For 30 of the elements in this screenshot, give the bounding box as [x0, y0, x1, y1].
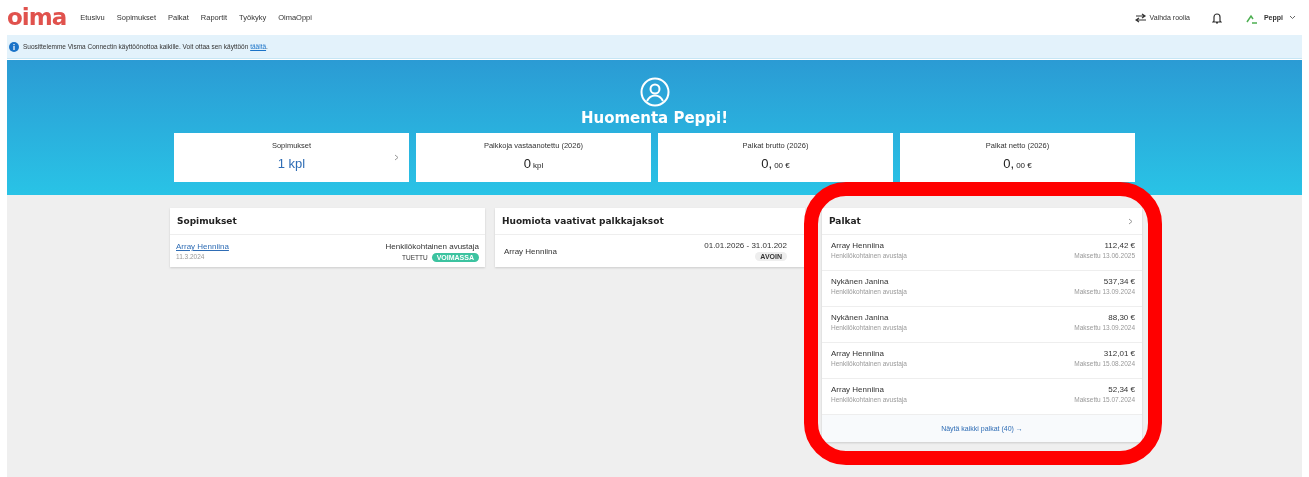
contract-role: Henkilökohtainen avustaja	[385, 242, 479, 251]
salary-name: Array Henniina	[831, 241, 885, 250]
period-name: Array Henniina	[504, 246, 557, 256]
stat-value: 0 kpl	[523, 155, 544, 172]
period-range: 01.01.2026 - 31.01.202	[704, 241, 787, 250]
salary-amount: 52,34 €	[1108, 385, 1135, 394]
card-title: Huomiota vaativat palkkajaksot	[502, 216, 664, 226]
chevron-down-icon	[1289, 15, 1296, 20]
card-title: Sopimukset	[177, 216, 237, 226]
logo[interactable]: oima	[7, 6, 67, 29]
greeting-heading: Huomenta Peppi!	[580, 109, 729, 127]
salary-name: Nykänen Janina	[831, 313, 890, 322]
stat-value: 1 kpl	[277, 155, 306, 172]
salary-name: Array Henniina	[831, 349, 885, 358]
info-icon	[9, 41, 19, 52]
user-icon	[639, 77, 670, 107]
contract-link[interactable]: Array Henniina	[176, 242, 229, 251]
stat-value: 0,00 €	[761, 155, 790, 172]
salary-name: Array Henniina	[831, 385, 885, 394]
stat-value: 0,00 €	[1003, 155, 1032, 172]
salary-amount: 537,34 €	[1103, 277, 1135, 286]
bell-icon	[1211, 11, 1222, 24]
salary-name: Nykänen Janina	[831, 277, 890, 286]
chevron-right-icon	[394, 154, 399, 161]
salary-amount: 88,30 €	[1108, 313, 1135, 322]
swap-icon	[1134, 12, 1147, 23]
salary-amount: 312,01 €	[1103, 349, 1135, 358]
card-title: Palkat	[829, 216, 861, 226]
chevron-right-icon	[1128, 217, 1133, 225]
salary-amount: 112,42 €	[1104, 241, 1135, 250]
